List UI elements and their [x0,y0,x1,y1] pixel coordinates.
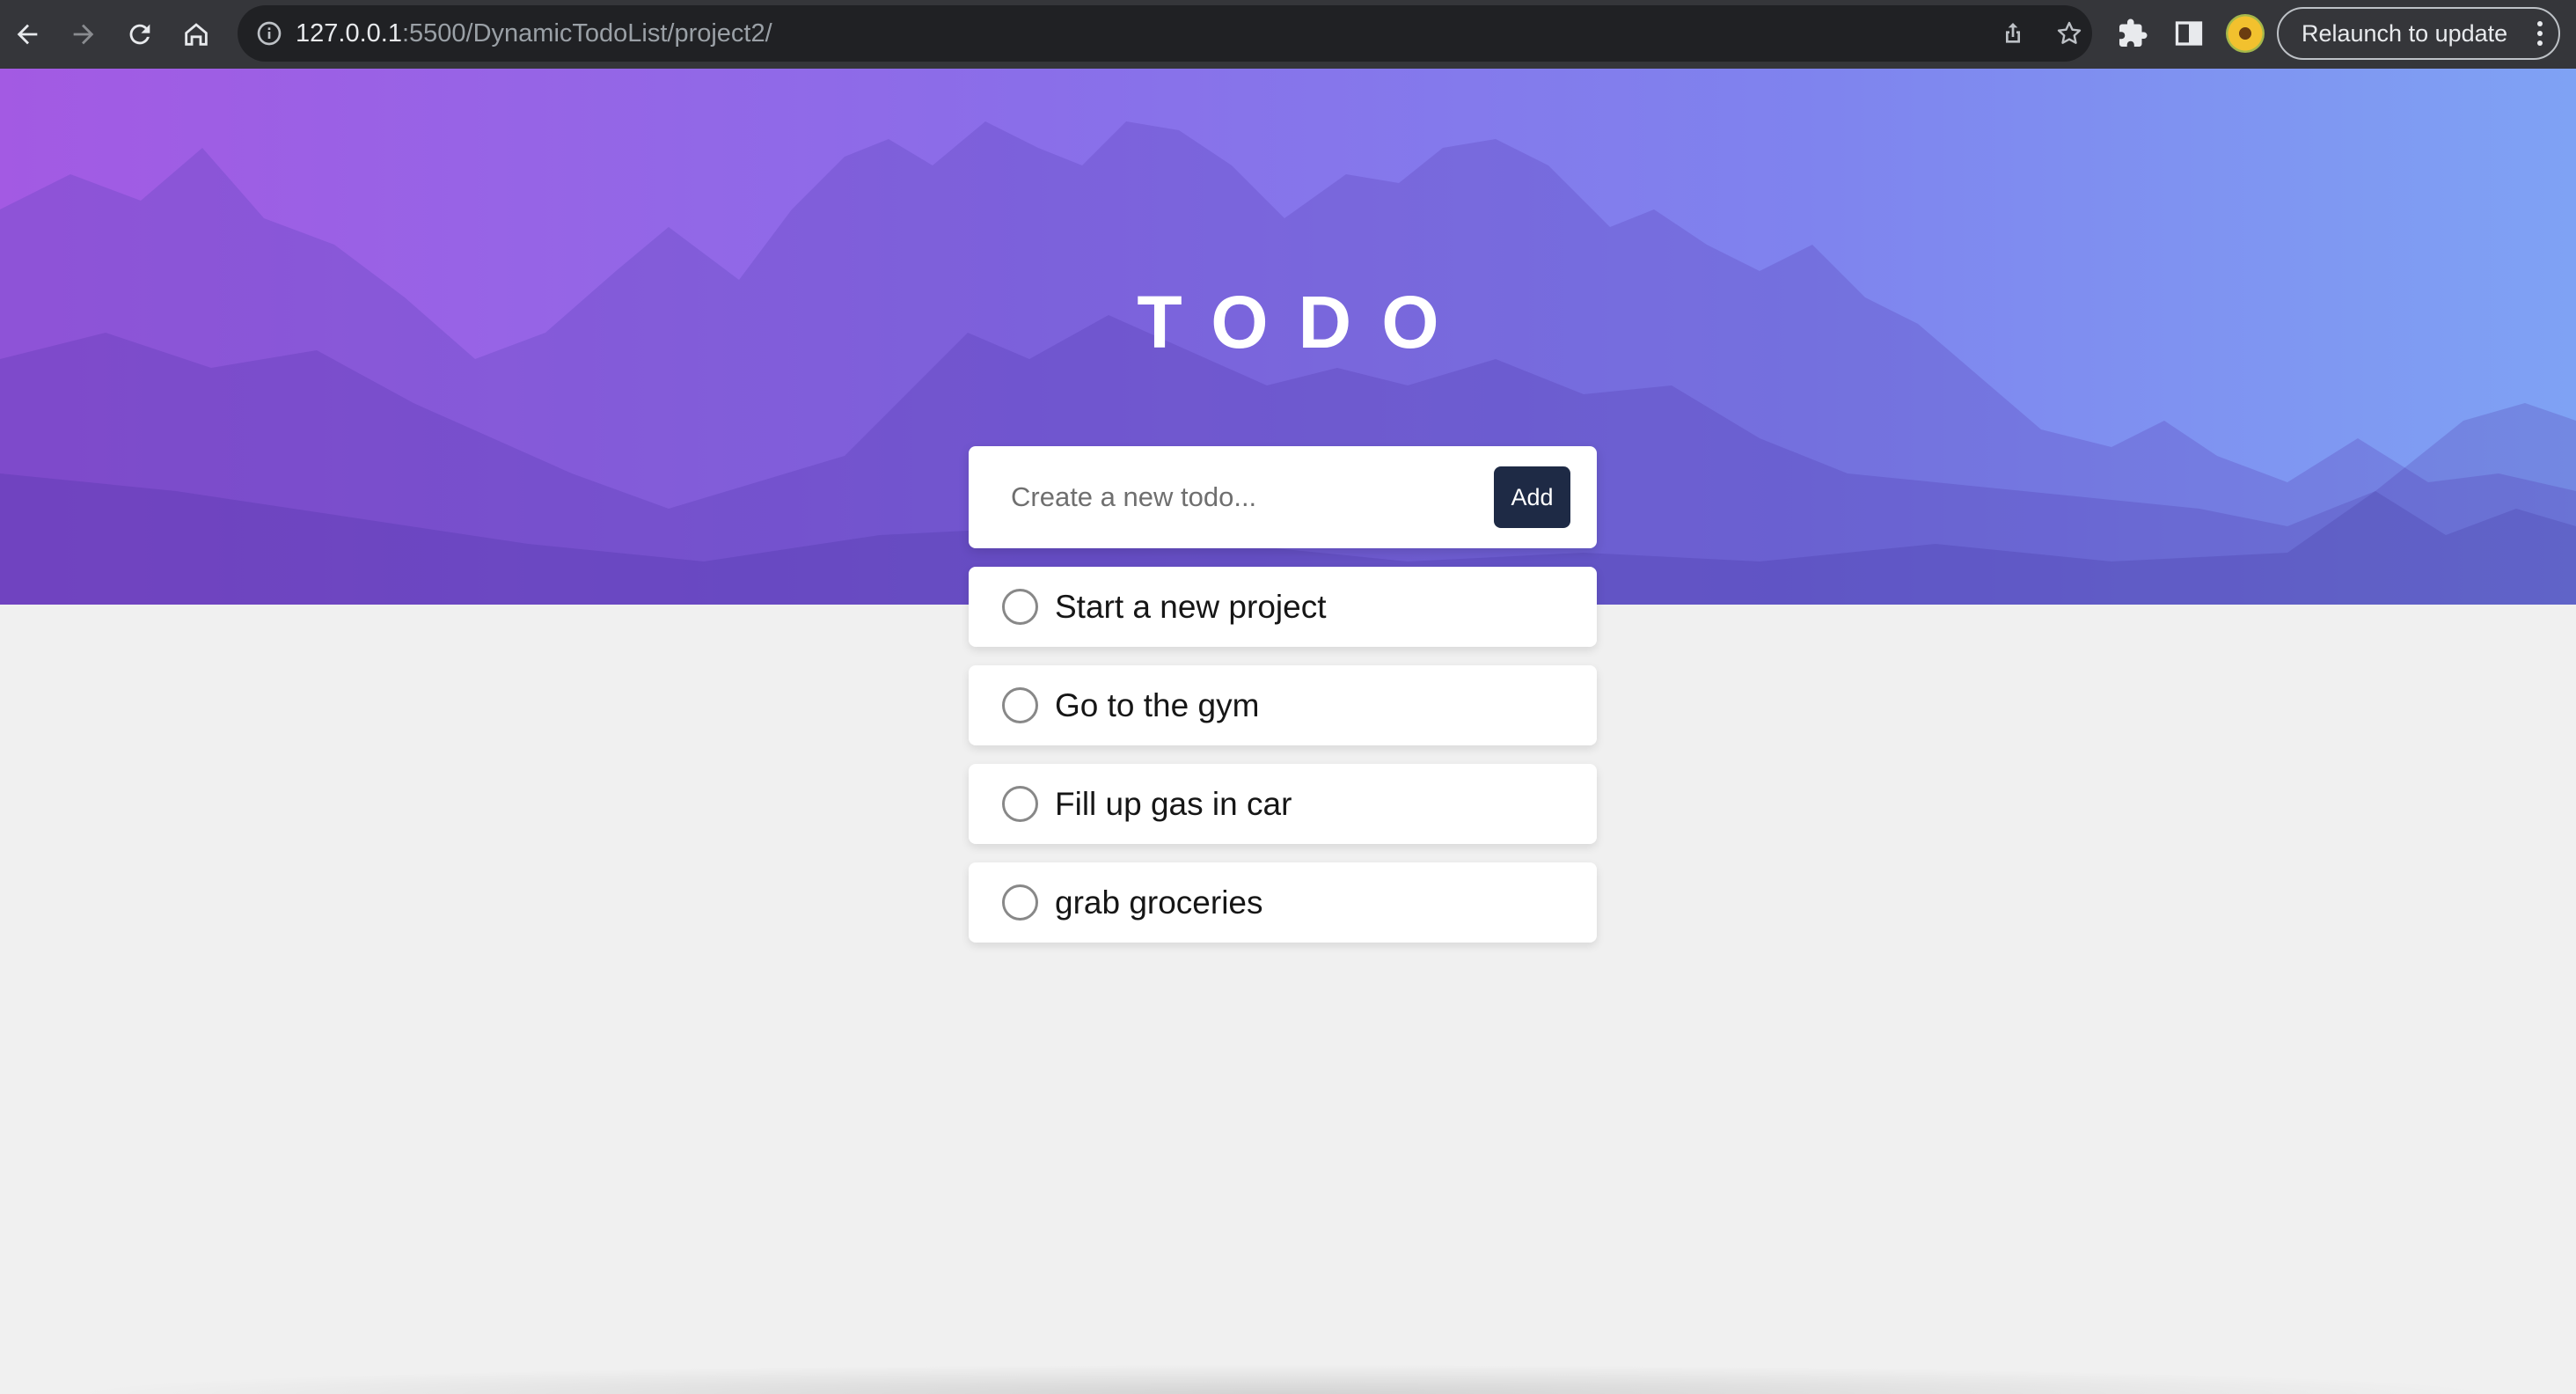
relaunch-button[interactable]: Relaunch to update [2277,7,2560,60]
side-panel-icon[interactable] [2173,18,2205,49]
url-host: 127.0.0.1 [296,19,402,48]
home-icon [185,23,208,46]
todo-text: Start a new project [1055,589,1327,625]
todo-checkbox[interactable] [1002,786,1038,822]
new-todo-input[interactable] [1011,471,1504,524]
todo-checkbox[interactable] [1002,884,1038,921]
todo-text: Fill up gas in car [1055,786,1292,822]
forward-button[interactable] [60,11,107,58]
reload-icon [129,24,150,45]
more-icon [2537,21,2544,46]
add-button[interactable]: Add [1494,466,1570,528]
star-icon[interactable] [2055,19,2083,48]
window-bottom-shadow [53,1364,2516,1394]
forward-icon [73,24,94,45]
avatar[interactable] [2226,14,2265,53]
info-icon[interactable] [255,19,283,48]
url-text[interactable]: 127.0.0.1:5500/DynamicTodoList/project2/ [296,5,772,62]
todo-text: grab groceries [1055,884,1263,921]
page-title: TODO [1137,281,1469,363]
todo-checkbox[interactable] [1002,687,1038,723]
todo-list: Start a new project Go to the gym Fill u… [969,567,1597,961]
todo-item[interactable]: Go to the gym [969,665,1597,745]
todo-item[interactable]: Fill up gas in car [969,764,1597,844]
todo-text: Go to the gym [1055,687,1260,723]
back-button[interactable] [4,11,51,58]
extensions-icon[interactable] [2117,18,2148,49]
reload-button[interactable] [116,11,164,58]
url-path: :5500/DynamicTodoList/project2/ [401,19,772,48]
address-bar[interactable]: 127.0.0.1:5500/DynamicTodoList/project2/ [238,5,2092,62]
back-icon [17,24,38,45]
relaunch-label: Relaunch to update [2302,20,2508,47]
browser-toolbar: 127.0.0.1:5500/DynamicTodoList/project2/… [0,0,2576,69]
todo-item[interactable]: Start a new project [969,567,1597,647]
todo-item[interactable]: grab groceries [969,862,1597,943]
home-button[interactable] [172,11,220,58]
todo-checkbox[interactable] [1002,589,1038,625]
share-icon[interactable] [1999,19,2027,48]
